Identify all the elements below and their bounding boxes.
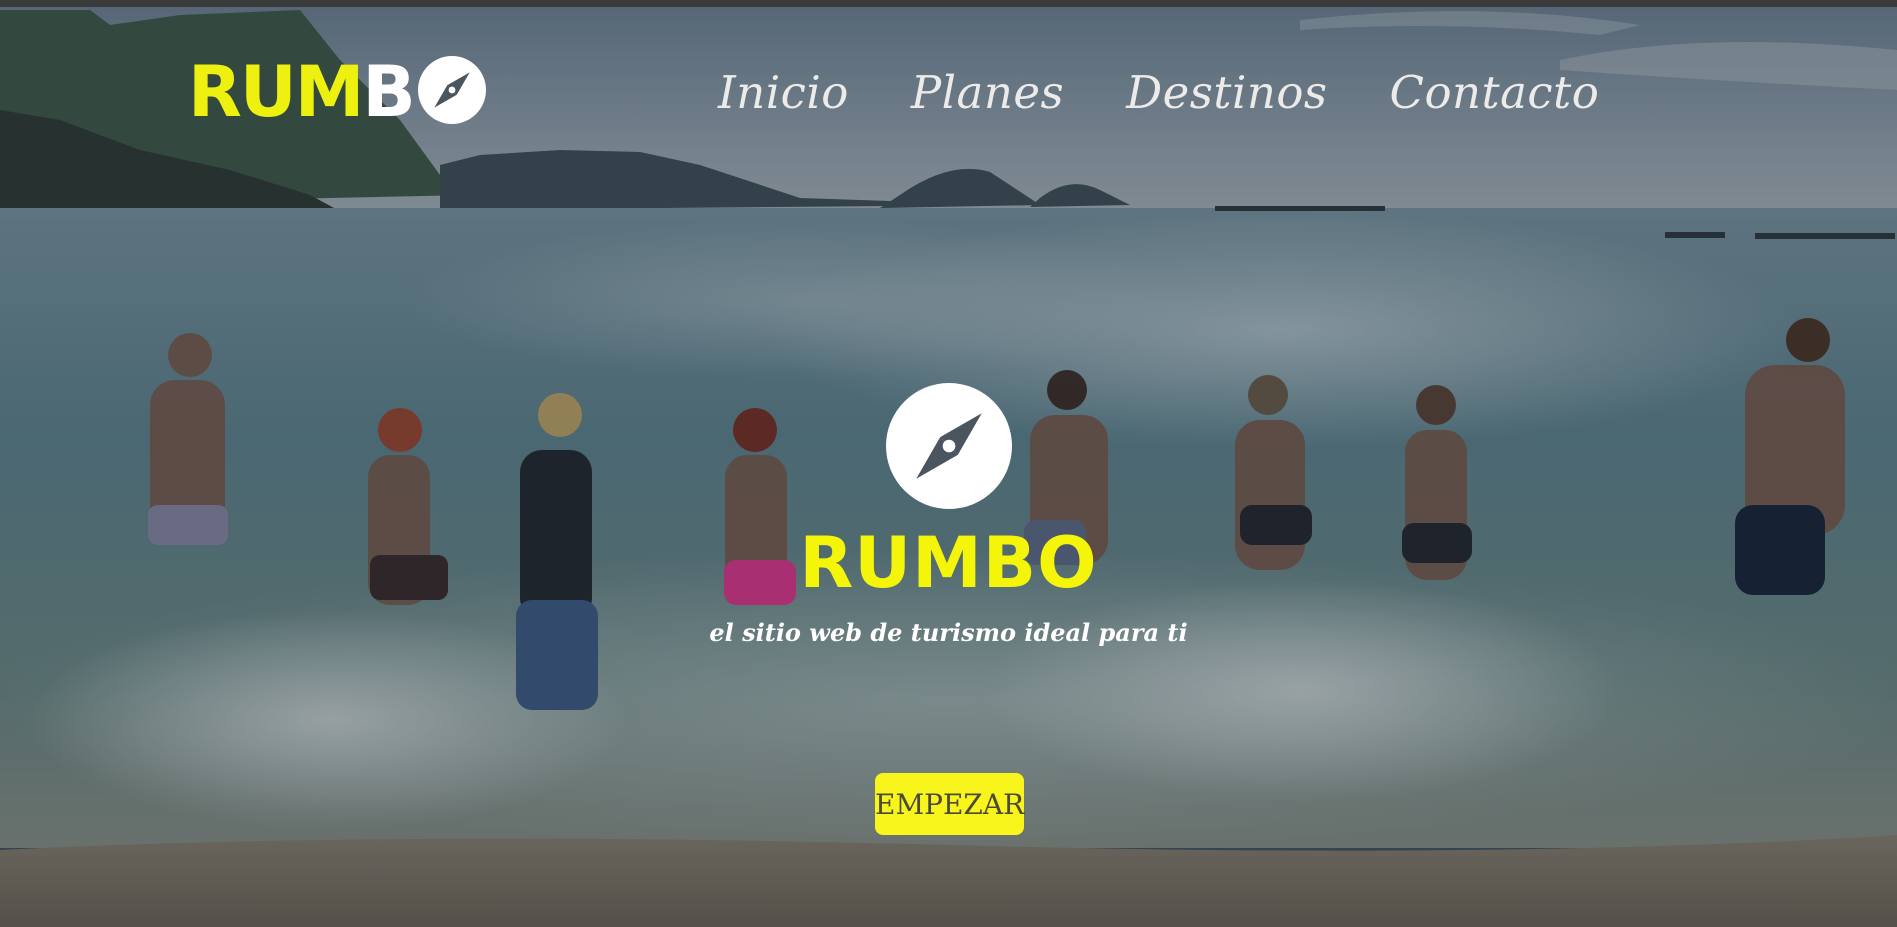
nav-link-contacto[interactable]: Contacto bbox=[1390, 66, 1600, 119]
logo-text-white: B bbox=[362, 51, 415, 133]
hero-title: RUMBO bbox=[799, 522, 1098, 604]
nav-link-planes[interactable]: Planes bbox=[911, 66, 1064, 119]
browser-top-bar bbox=[0, 0, 1897, 7]
hero-section: RUM B Inicio Planes Destinos Contacto RU… bbox=[0, 0, 1897, 927]
site-logo[interactable]: RUM B bbox=[188, 53, 486, 131]
logo-text-yellow: RUM bbox=[188, 51, 364, 133]
compass-icon bbox=[417, 56, 486, 128]
compass-icon bbox=[886, 383, 1012, 513]
nav-link-inicio[interactable]: Inicio bbox=[718, 66, 849, 119]
nav-link-destinos[interactable]: Destinos bbox=[1126, 66, 1327, 119]
hero-tagline: el sitio web de turismo ideal para ti bbox=[709, 618, 1188, 647]
start-button[interactable]: EMPEZAR bbox=[875, 773, 1024, 835]
main-nav: Inicio Planes Destinos Contacto bbox=[718, 66, 1599, 119]
